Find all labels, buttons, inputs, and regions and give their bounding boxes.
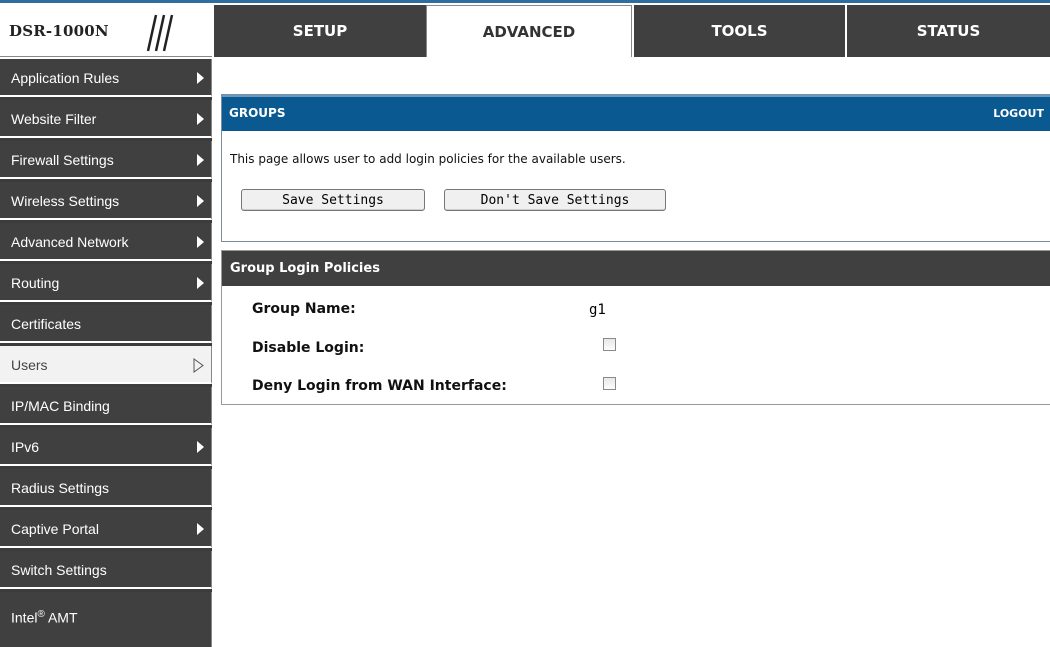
sidebar-item-application-rules[interactable]: Application Rules bbox=[0, 59, 212, 97]
tab-setup[interactable]: SETUP bbox=[212, 5, 426, 57]
chevron-right-icon bbox=[197, 72, 204, 84]
sidebar-item-website-filter[interactable]: Website Filter bbox=[0, 100, 212, 138]
deny-login-wan-label: Deny Login from WAN Interface: bbox=[252, 378, 507, 394]
device-logo: DSR-1000N bbox=[0, 5, 212, 57]
sidebar-item-label: IP/MAC Binding bbox=[11, 398, 110, 414]
groups-panel: GROUPS LOGOUT This page allows user to a… bbox=[221, 94, 1050, 242]
sidebar-item-switch-settings[interactable]: Switch Settings bbox=[0, 551, 212, 589]
chevron-right-icon bbox=[197, 523, 204, 535]
save-settings-button[interactable]: Save Settings bbox=[241, 189, 425, 211]
sidebar-item-radius-settings[interactable]: Radius Settings bbox=[0, 469, 212, 507]
sidebar-item-label: Wireless Settings bbox=[11, 193, 120, 209]
chevron-right-icon bbox=[197, 195, 204, 207]
sidebar: Application Rules Website Filter Firewal… bbox=[0, 59, 212, 647]
group-name-value: g1 bbox=[589, 302, 606, 318]
sidebar-item-certificates[interactable]: Certificates bbox=[0, 305, 212, 343]
sidebar-item-label: Captive Portal bbox=[11, 521, 99, 537]
sidebar-item-label: Advanced Network bbox=[11, 234, 129, 250]
device-model-label: DSR-1000N bbox=[9, 22, 109, 40]
sidebar-item-routing[interactable]: Routing bbox=[0, 264, 212, 302]
chevron-right-icon bbox=[197, 154, 204, 166]
sidebar-item-label: Firewall Settings bbox=[11, 152, 114, 168]
logout-link[interactable]: LOGOUT bbox=[993, 107, 1044, 120]
sidebar-item-ip-mac-binding[interactable]: IP/MAC Binding bbox=[0, 387, 212, 425]
sidebar-item-captive-portal[interactable]: Captive Portal bbox=[0, 510, 212, 548]
sidebar-item-users[interactable]: Users bbox=[0, 346, 212, 384]
sidebar-item-label: Users bbox=[11, 357, 48, 373]
tab-tools[interactable]: TOOLS bbox=[632, 5, 845, 57]
section-title: Group Login Policies bbox=[230, 261, 380, 276]
sidebar-item-wireless-settings[interactable]: Wireless Settings bbox=[0, 182, 212, 220]
disable-login-label: Disable Login: bbox=[252, 340, 365, 356]
tab-status[interactable]: STATUS bbox=[845, 5, 1050, 57]
chevron-right-icon bbox=[197, 113, 204, 125]
page-description: This page allows user to add login polic… bbox=[230, 152, 626, 166]
groups-header: GROUPS LOGOUT bbox=[222, 95, 1050, 131]
sidebar-item-label: Routing bbox=[11, 275, 60, 291]
chevron-right-outline-icon bbox=[193, 358, 204, 373]
chevron-right-icon bbox=[197, 441, 204, 453]
logo-slashes-icon bbox=[146, 14, 174, 52]
sidebar-item-label: Application Rules bbox=[11, 70, 120, 86]
group-name-label: Group Name: bbox=[252, 301, 356, 317]
group-login-policies-panel: Group Login Policies Group Name: g1 Disa… bbox=[221, 250, 1050, 405]
sidebar-item-label: Website Filter bbox=[11, 111, 97, 127]
dont-save-settings-button[interactable]: Don't Save Settings bbox=[444, 189, 666, 211]
top-accent-line bbox=[0, 0, 1050, 3]
sidebar-item-firewall-settings[interactable]: Firewall Settings bbox=[0, 141, 212, 179]
policies-header: Group Login Policies bbox=[222, 251, 1050, 286]
sidebar-item-intel-amt[interactable]: Intel® AMT bbox=[0, 592, 212, 647]
chevron-right-icon bbox=[197, 277, 204, 289]
deny-login-wan-checkbox[interactable] bbox=[603, 377, 616, 390]
page-title: GROUPS bbox=[229, 106, 286, 120]
sidebar-item-label: Certificates bbox=[11, 316, 82, 332]
sidebar-item-label: Intel® AMT bbox=[11, 609, 78, 626]
disable-login-checkbox[interactable] bbox=[603, 338, 616, 351]
chevron-right-icon bbox=[197, 236, 204, 248]
tab-advanced[interactable]: ADVANCED bbox=[426, 5, 632, 57]
sidebar-item-label: IPv6 bbox=[11, 439, 40, 455]
sidebar-item-advanced-network[interactable]: Advanced Network bbox=[0, 223, 212, 261]
top-nav-tabs: SETUP ADVANCED TOOLS STATUS bbox=[212, 5, 1050, 57]
sidebar-item-label: Radius Settings bbox=[11, 480, 110, 496]
sidebar-item-label: Switch Settings bbox=[11, 562, 107, 578]
sidebar-item-ipv6[interactable]: IPv6 bbox=[0, 428, 212, 466]
